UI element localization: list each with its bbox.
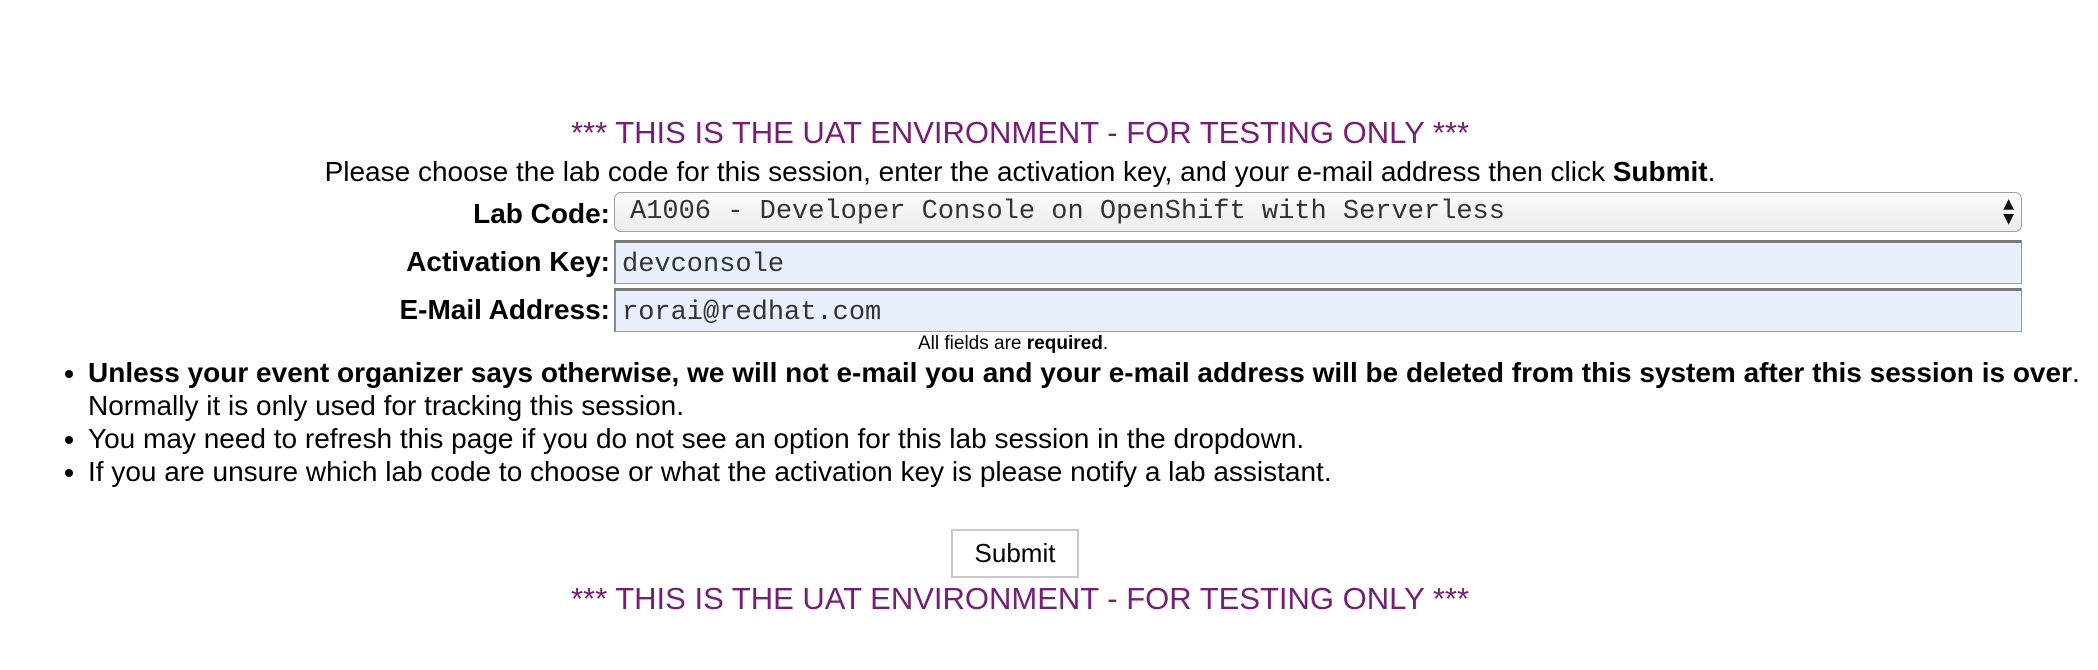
required-note-suffix: . [1102, 333, 1109, 354]
activation-key-input[interactable] [614, 240, 2022, 284]
lab-code-select[interactable]: A1006 - Developer Console on OpenShift w… [614, 192, 2022, 232]
required-note: All fields are required. [918, 333, 1108, 355]
note-refresh: You may need to refresh this page if you… [88, 422, 2098, 455]
submit-button[interactable]: Submit [951, 529, 1079, 578]
activation-key-label: Activation Key: [406, 246, 610, 277]
uat-banner-bottom: *** THIS IS THE UAT ENVIRONMENT - FOR TE… [570, 581, 1470, 616]
intro-text: Please choose the lab code for this sess… [0, 156, 2040, 188]
select-arrows-icon: ▲ ▼ [2003, 196, 2014, 227]
note-email-policy-bold: Unless your event organizer says otherwi… [88, 357, 2072, 388]
intro-submit-emphasis: Submit [1612, 156, 1708, 187]
email-input[interactable] [614, 288, 2022, 332]
email-label: E-Mail Address: [399, 294, 610, 325]
lab-code-row: Lab Code: A1006 - Developer Console on O… [0, 192, 2098, 236]
notes-list: Unless your event organizer says otherwi… [0, 356, 2098, 488]
email-row: E-Mail Address: [0, 288, 2098, 332]
lab-code-label: Lab Code: [473, 198, 610, 229]
intro-body: Please choose the lab code for this sess… [324, 156, 1613, 187]
note-email-policy: Unless your event organizer says otherwi… [88, 356, 2098, 422]
uat-banner-top: *** THIS IS THE UAT ENVIRONMENT - FOR TE… [570, 115, 1470, 150]
intro-end: . [1707, 156, 1716, 187]
note-lab-assistant: If you are unsure which lab code to choo… [88, 455, 2098, 488]
lab-code-selected-value: A1006 - Developer Console on OpenShift w… [630, 197, 1505, 227]
activation-key-row: Activation Key: [0, 240, 2098, 284]
required-note-prefix: All fields are [918, 333, 1027, 354]
required-note-emphasis: required [1026, 333, 1103, 354]
